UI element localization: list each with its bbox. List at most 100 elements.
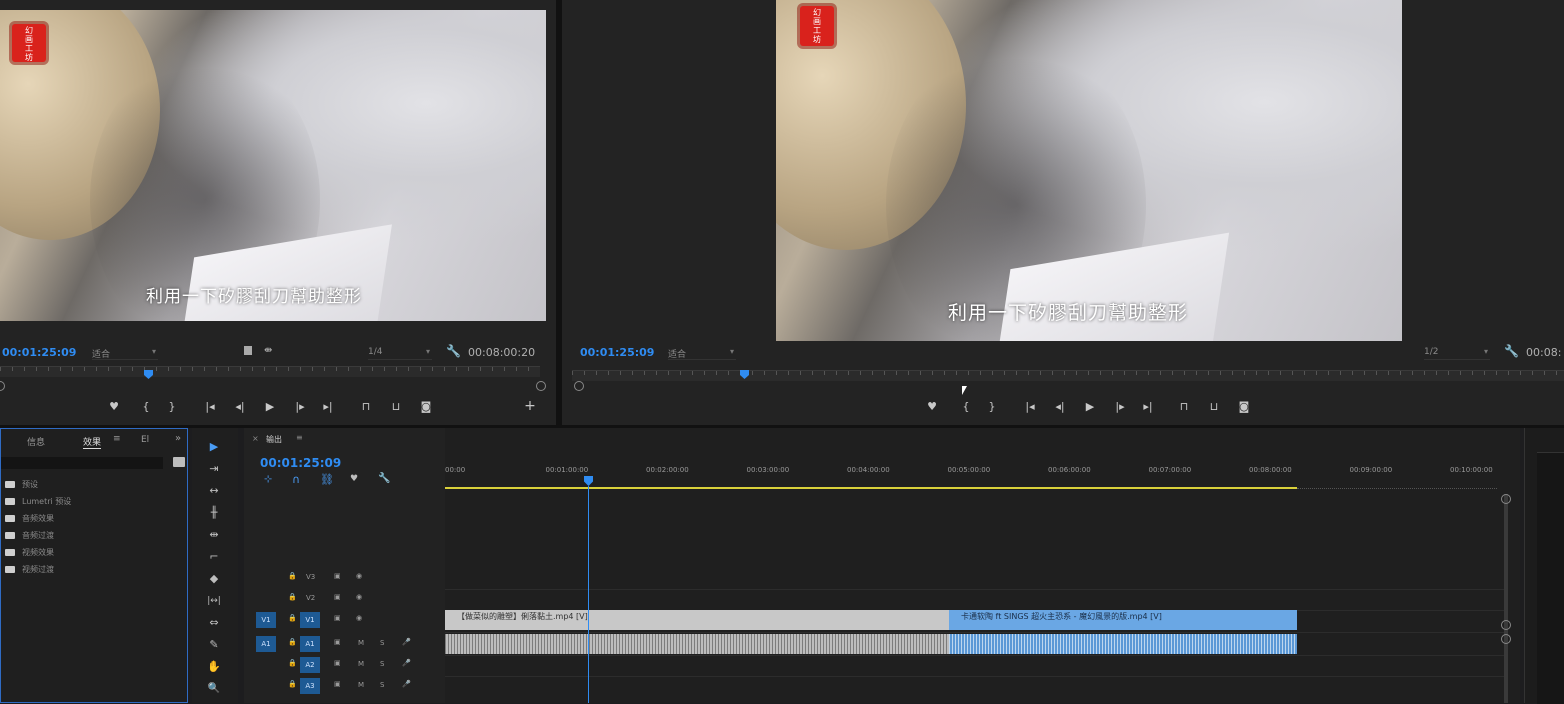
list-item[interactable]: Lumetri 预设 [5, 496, 71, 507]
lock-icon[interactable]: 🔒 [288, 614, 297, 622]
export-frame-button[interactable]: ◙ [418, 400, 434, 413]
snap-icon[interactable]: ∩ [292, 473, 300, 486]
close-tab-icon[interactable]: × [252, 434, 259, 443]
mute-button[interactable]: M [358, 639, 364, 647]
program-scrub-bar[interactable] [572, 370, 1564, 381]
track-label-v2[interactable]: V2 [306, 594, 315, 602]
insert-button[interactable]: ⊓ [358, 400, 374, 413]
work-area-bar[interactable] [445, 487, 1297, 489]
eye-icon[interactable]: ◉ [356, 614, 362, 622]
rolling-edit-tool-icon[interactable]: ╫ [206, 506, 222, 520]
sync-icon[interactable]: ▣ [334, 572, 341, 580]
mark-in-button[interactable]: { [138, 400, 154, 413]
audio-clip-a[interactable] [445, 634, 949, 654]
program-playhead[interactable] [740, 370, 749, 379]
extract-button[interactable]: ⊔ [1206, 400, 1222, 413]
lift-button[interactable]: ⊓ [1176, 400, 1192, 413]
nest-icon[interactable]: ⊹ [264, 474, 272, 485]
hand-tool-icon[interactable]: ✋ [206, 660, 222, 674]
source-fit-dropdown[interactable]: 适合 ▾ [92, 347, 158, 360]
solo-button[interactable]: S [380, 639, 384, 647]
list-item[interactable]: 音频效果 [5, 513, 54, 524]
play-button[interactable]: ▶ [262, 400, 278, 413]
lock-icon[interactable]: 🔒 [288, 593, 297, 601]
source-scrub-bar[interactable] [0, 366, 540, 379]
export-frame-button[interactable]: ◙ [1236, 400, 1252, 413]
go-to-out-button[interactable]: ▸| [1140, 400, 1156, 413]
go-to-in-button[interactable]: |◂ [202, 400, 218, 413]
sync-icon[interactable]: ▣ [334, 638, 341, 646]
audio-clip-b[interactable] [949, 634, 1297, 654]
source-zoom-handle[interactable] [536, 381, 546, 391]
timeline-timecode[interactable]: 00:01:25:09 [260, 456, 341, 470]
scroll-handle-mid[interactable] [1501, 620, 1511, 630]
tab-effects[interactable]: 效果 [83, 435, 102, 449]
video-clip-a[interactable]: 【做菜似的雕塑】俐落黏土.mp4 [V] [445, 610, 949, 630]
slide-tool-icon[interactable]: ⇔ [206, 616, 222, 630]
eye-icon[interactable]: ◉ [356, 593, 362, 601]
add-marker-button[interactable]: ♥ [106, 400, 122, 413]
list-item[interactable]: 视频过渡 [5, 564, 54, 575]
source-zoom-handle-left[interactable] [0, 381, 5, 391]
rate-stretch-tool-icon[interactable]: ⇹ [206, 528, 222, 542]
vertical-scrollbar[interactable] [1504, 494, 1508, 703]
list-item[interactable]: 音频过渡 [5, 530, 54, 541]
razor-tool-icon[interactable]: ◆ [206, 572, 222, 586]
step-forward-button[interactable]: |▸ [1112, 400, 1128, 413]
program-video-frame[interactable]: 幻 画 工 坊 利用一下矽膠刮刀幫助整形 [776, 0, 1402, 341]
sync-icon[interactable]: ▣ [334, 614, 341, 622]
source-video-frame[interactable]: 幻 画 工 坊 利用一下矽膠刮刀幫助整形 [0, 10, 546, 321]
track-label-v3[interactable]: V3 [306, 573, 315, 581]
scroll-handle-mid2[interactable] [1501, 634, 1511, 644]
add-marker-icon[interactable]: ♥ [350, 474, 358, 484]
mute-button[interactable]: M [358, 660, 364, 668]
program-timecode[interactable]: 00:01:25:09 [580, 346, 654, 359]
step-forward-button[interactable]: |▸ [292, 400, 308, 413]
list-item[interactable]: 视频效果 [5, 547, 54, 558]
slip-tool-icon[interactable]: |↔| [206, 594, 222, 608]
add-button[interactable]: + [522, 398, 538, 414]
solo-button[interactable]: S [380, 681, 384, 689]
rate-tool-small-icon[interactable]: ⌐ [206, 550, 222, 564]
microphone-icon[interactable]: 🎤 [402, 680, 411, 688]
step-back-button[interactable]: ◂| [1052, 400, 1068, 413]
ripple-edit-tool-icon[interactable]: ↔ [206, 484, 222, 498]
solo-button[interactable]: S [380, 660, 384, 668]
settings-small-icon[interactable] [244, 346, 252, 355]
sync-icon[interactable]: ▣ [334, 659, 341, 667]
program-fit-dropdown[interactable]: 适合 ▾ [668, 347, 736, 360]
mute-button[interactable]: M [358, 681, 364, 689]
step-back-button[interactable]: ◂| [232, 400, 248, 413]
source-quality-dropdown[interactable]: 1/4 ▾ [368, 347, 432, 360]
source-target-a1[interactable]: A1 [256, 636, 276, 652]
linked-selection-icon[interactable]: ⛓ [320, 473, 334, 486]
tab-el[interactable]: El [141, 435, 149, 445]
eye-icon[interactable]: ◉ [356, 572, 362, 580]
lock-icon[interactable]: 🔒 [288, 572, 297, 580]
microphone-icon[interactable]: 🎤 [402, 638, 411, 646]
panel-menu-icon[interactable]: ≡ [113, 434, 121, 444]
track-select-tool-icon[interactable]: ⇥ [206, 462, 222, 476]
sequence-tab[interactable]: 输出 [266, 434, 282, 445]
panel-expand-icon[interactable]: » [175, 433, 181, 444]
source-timecode[interactable]: 00:01:25:09 [2, 346, 76, 359]
program-zoom-handle-left[interactable] [574, 381, 584, 391]
sync-icon[interactable]: ▣ [334, 680, 341, 688]
effects-search-input[interactable] [1, 457, 163, 469]
time-ruler[interactable]: 00:00 00:01:00:00 00:02:00:00 00:03:00:00 00… [445, 458, 1505, 490]
program-quality-dropdown[interactable]: 1/2 ▾ [1424, 347, 1490, 360]
mark-out-button[interactable]: } [984, 400, 1000, 413]
list-item[interactable]: 预设 [5, 479, 38, 490]
add-marker-button[interactable]: ♥ [924, 400, 940, 413]
video-clip-b[interactable]: 卡通软陶 ft SINGS 超火主恐系 - 魔幻風景的版.mp4 [V] [949, 610, 1297, 630]
timeline-playhead-line[interactable] [588, 486, 589, 703]
pen-tool-icon[interactable]: ✎ [206, 638, 222, 652]
wrench-icon[interactable]: 🔧 [446, 344, 461, 358]
mark-in-button[interactable]: { [958, 400, 974, 413]
source-playhead[interactable] [144, 370, 153, 379]
tab-info[interactable]: 信息 [27, 435, 45, 448]
lock-icon[interactable]: 🔒 [288, 680, 297, 688]
overwrite-button[interactable]: ⊔ [388, 400, 404, 413]
sync-icon[interactable]: ▣ [334, 593, 341, 601]
track-label-a3[interactable]: A3 [300, 678, 320, 694]
